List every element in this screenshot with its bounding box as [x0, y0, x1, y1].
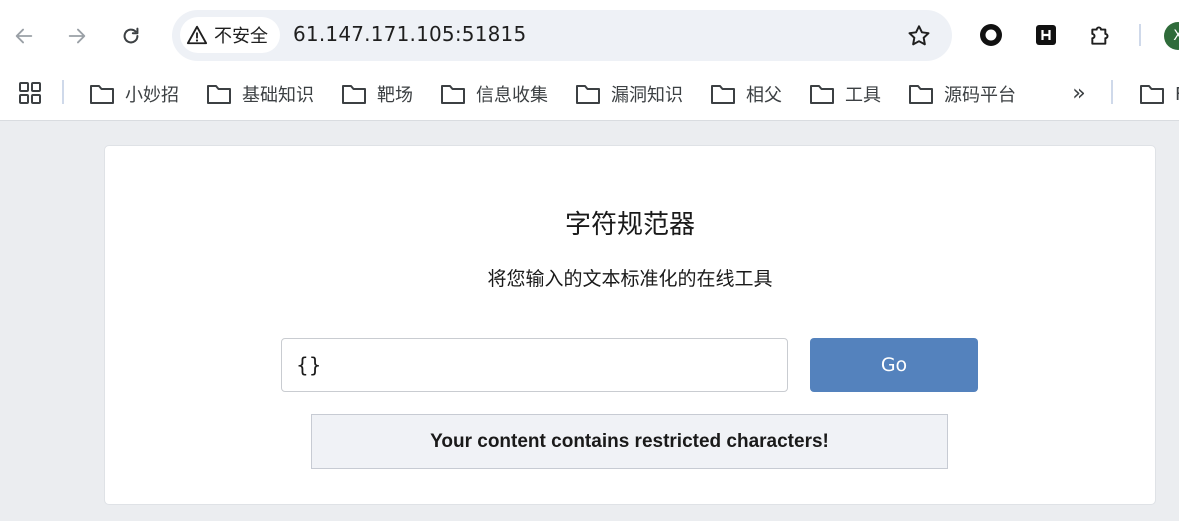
back-arrow-icon — [15, 28, 33, 44]
folder-icon — [576, 85, 600, 104]
warning-icon — [186, 25, 208, 45]
bookmark-label-partial: F — [1175, 84, 1179, 105]
security-label: 不安全 — [214, 26, 268, 47]
url-text[interactable]: 61.147.171.105:51815 — [293, 22, 526, 46]
bookmark-label: 小妙招 — [125, 85, 179, 106]
forward-arrow-icon — [68, 28, 86, 44]
folder-icon — [909, 85, 933, 104]
apps-grid-icon — [19, 82, 41, 104]
bookmark-folder-range[interactable]: 靶场 — [341, 79, 413, 109]
bookmark-label: 源码平台 — [944, 85, 1016, 106]
reload-button[interactable] — [116, 21, 146, 51]
extension-button-h[interactable] — [1032, 21, 1060, 49]
forward-button[interactable] — [62, 21, 92, 51]
puzzle-icon — [1091, 26, 1109, 45]
bookmark-label: 靶场 — [377, 85, 413, 106]
folder-icon — [441, 85, 465, 104]
page-subtitle: 将您输入的文本标准化的在线工具 — [487, 268, 773, 290]
bookmark-folder-vulnerabilities[interactable]: 漏洞知识 — [575, 79, 683, 109]
more-bookmarks-button[interactable]: » — [1066, 80, 1092, 106]
browser-toolbar: 不安全 61.147.171.105:51815 X — [0, 0, 1179, 70]
extension-button-circle[interactable] — [977, 21, 1005, 49]
star-icon — [908, 25, 930, 46]
bookmark-label: 信息收集 — [476, 85, 548, 106]
main-card: 字符规范器 将您输入的文本标准化的在线工具 Go Your content co… — [104, 145, 1156, 505]
bookmark-folder-xiaomiaozhao[interactable]: 小妙招 — [89, 79, 179, 109]
extensions-menu-button[interactable] — [1087, 21, 1115, 49]
bookmark-folder-tools[interactable]: 工具 — [809, 79, 881, 109]
folder-icon — [207, 85, 231, 104]
security-chip[interactable]: 不安全 — [180, 17, 280, 53]
ring-extension-icon — [980, 24, 1002, 46]
bookmark-folder-source-platforms[interactable]: 源码平台 — [908, 79, 1016, 109]
other-bookmarks-folder[interactable]: F — [1139, 79, 1179, 109]
address-bar[interactable]: 不安全 61.147.171.105:51815 — [172, 10, 952, 61]
go-button[interactable]: Go — [810, 338, 978, 392]
back-button[interactable] — [9, 21, 39, 51]
bookmark-folder-basics[interactable]: 基础知识 — [206, 79, 314, 109]
bookmark-folder-xiangfu[interactable]: 相父 — [710, 79, 782, 109]
page-title: 字符规范器 — [564, 210, 695, 240]
reload-icon — [123, 27, 139, 44]
folder-icon — [810, 85, 834, 104]
folder-icon — [711, 85, 735, 104]
bookmark-label: 漏洞知识 — [611, 85, 683, 106]
folder-icon — [342, 85, 366, 104]
bookmark-label: 基础知识 — [242, 85, 314, 106]
bookmark-star-button[interactable] — [906, 23, 932, 49]
text-input[interactable] — [281, 338, 788, 392]
h-extension-icon — [1036, 25, 1056, 45]
profile-avatar[interactable]: X — [1164, 22, 1179, 50]
toolbar-divider — [1139, 24, 1141, 46]
bookmark-label: 工具 — [845, 85, 881, 106]
bookmark-folder-info-gathering[interactable]: 信息收集 — [440, 79, 548, 109]
bookmarks-divider — [62, 80, 64, 104]
bookmarks-divider-right — [1111, 80, 1113, 104]
folder-icon — [90, 85, 114, 104]
bookmarks-bar: 小妙招 基础知识 靶场 信息收集 漏洞知识 相父 工具 源码平台 » F — [0, 70, 1179, 121]
bookmark-label: 相父 — [746, 85, 782, 106]
restricted-characters-alert: Your content contains restricted charact… — [311, 414, 948, 469]
folder-icon — [1140, 85, 1164, 104]
apps-button[interactable] — [18, 81, 42, 105]
